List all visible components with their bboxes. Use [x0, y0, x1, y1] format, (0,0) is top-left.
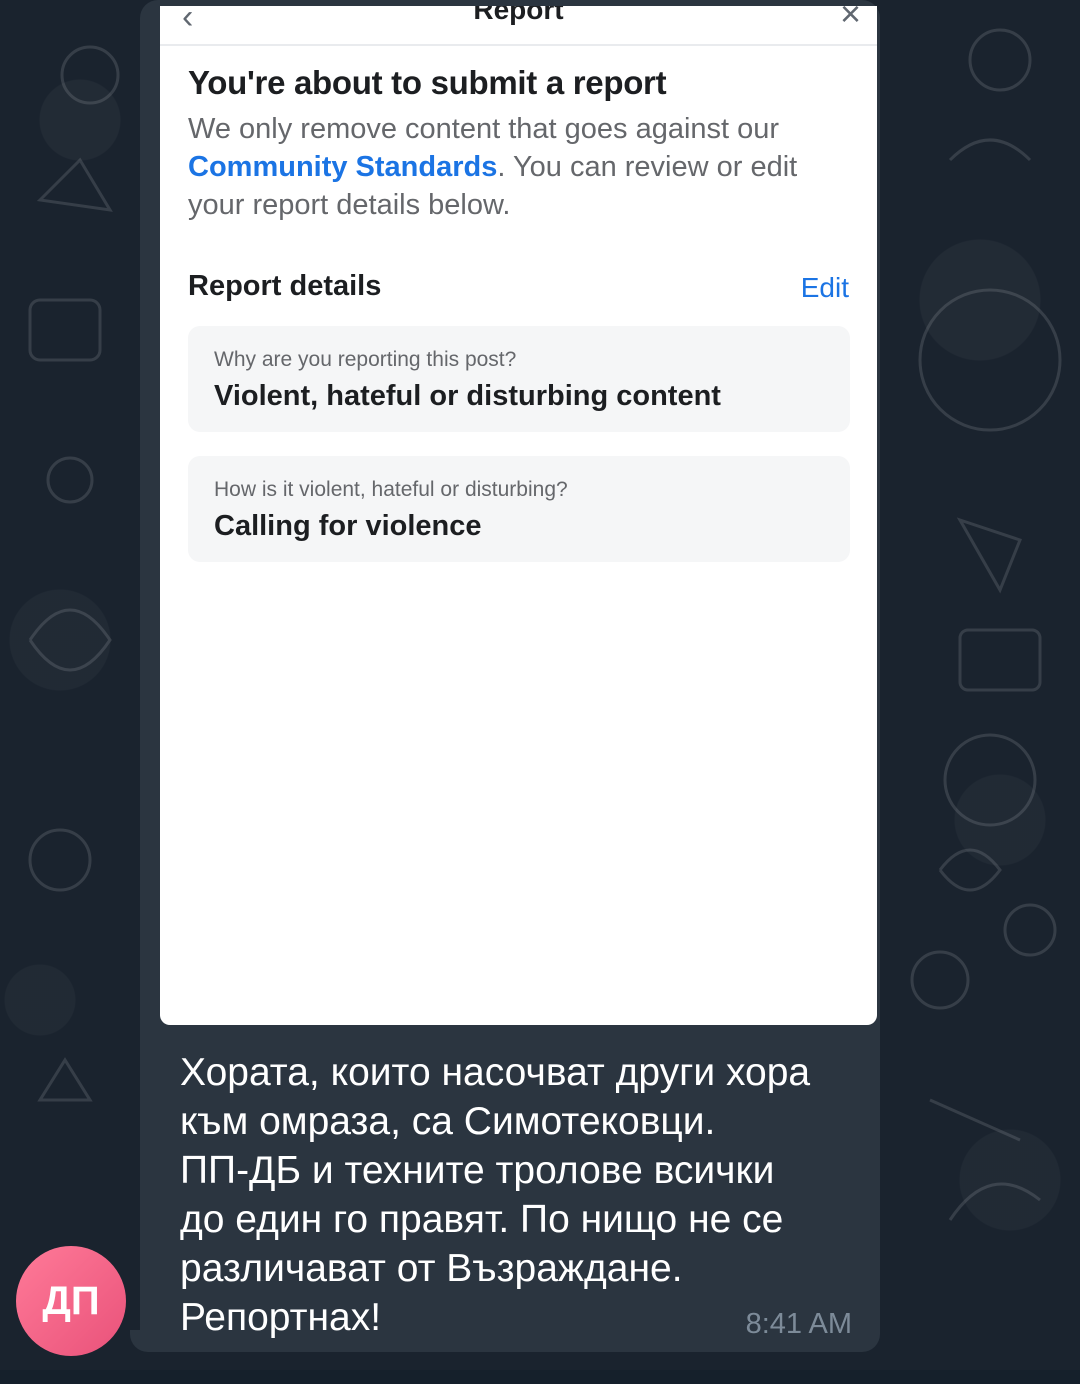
report-screenshot-image[interactable]: ‹ Report × You're about to submit a repo…: [160, 6, 877, 1025]
message-line: различават от Възраждане.: [180, 1247, 683, 1290]
close-icon: ×: [839, 6, 861, 34]
report-description-prefix: We only remove content that goes against…: [188, 113, 780, 145]
message-line: ПП-ДБ и техните тролове всички: [180, 1149, 775, 1192]
message-line: към омраза, са Симотековци.: [180, 1100, 716, 1143]
report-reason-card: Why are you reporting this post? Violent…: [188, 326, 850, 432]
message-line: до един го правят. По нищо не се: [180, 1198, 784, 1241]
report-details-label: Report details: [188, 270, 382, 302]
report-subreason-card: How is it violent, hateful or disturbing…: [188, 456, 850, 562]
message-line: Хората, които насочват други хора: [180, 1051, 811, 1094]
report-header: ‹ Report ×: [160, 6, 877, 46]
message-timestamp: 8:41 AM: [745, 1308, 852, 1340]
report-subreason-question: How is it violent, hateful or disturbing…: [214, 478, 568, 501]
report-reason-answer: Violent, hateful or disturbing content: [214, 380, 721, 412]
report-reason-question: Why are you reporting this post?: [214, 348, 517, 371]
report-description: We only remove content that goes against…: [188, 110, 858, 224]
message-text: Хората, които насочват други хора към ом…: [180, 1048, 870, 1342]
edit-link: Edit: [800, 272, 849, 303]
bottom-strip: [0, 1370, 1080, 1384]
report-header-title: Report: [473, 6, 564, 25]
community-standards-link: Community Standards: [188, 151, 498, 183]
sender-avatar[interactable]: ДП: [16, 1246, 126, 1356]
report-title: You're about to submit a report: [188, 64, 667, 101]
avatar-initials: ДП: [42, 1278, 100, 1323]
report-subreason-answer: Calling for violence: [214, 510, 482, 542]
